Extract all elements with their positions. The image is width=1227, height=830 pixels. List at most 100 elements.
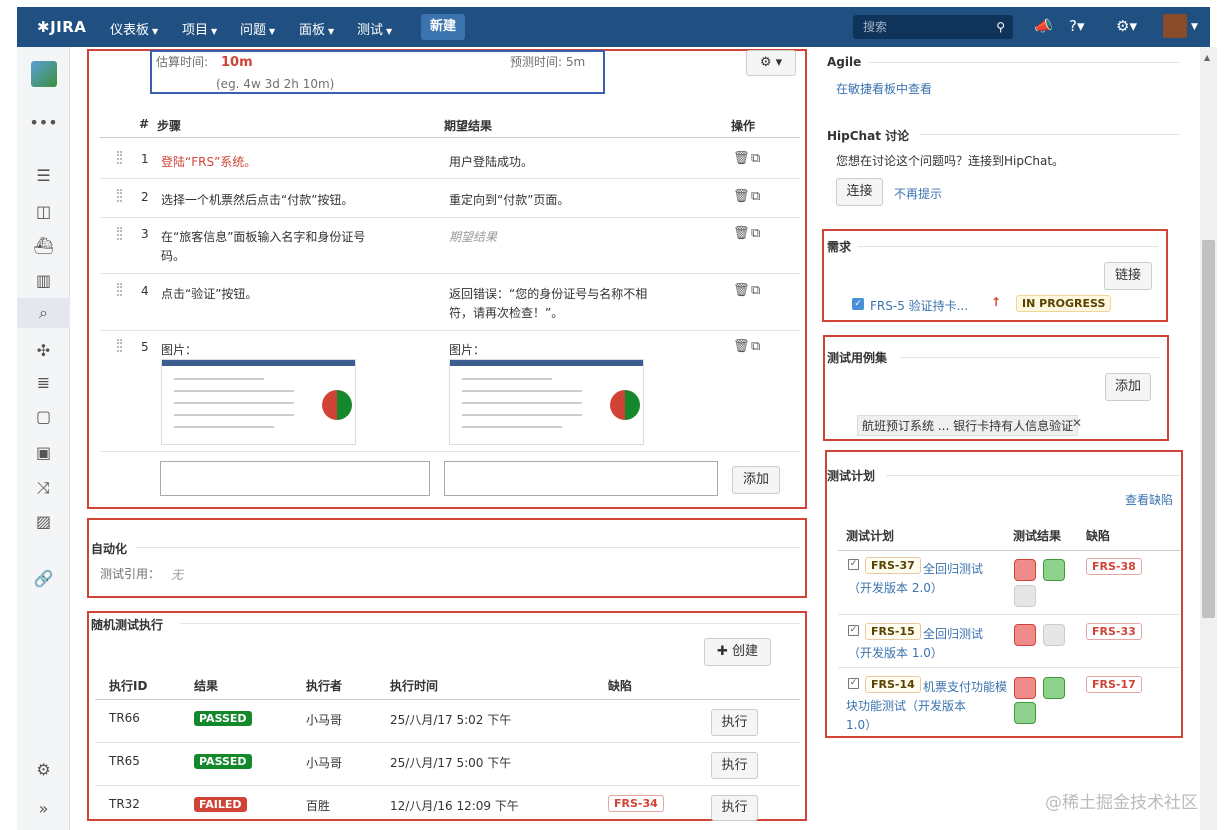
nav-dashboards[interactable]: 仪表板 ▼	[110, 19, 158, 38]
pass-result-indicator[interactable]	[1014, 702, 1036, 724]
chevron-down-icon[interactable]: ▼	[1191, 22, 1198, 32]
expected-text[interactable]: 重定向到“付款”页面。	[449, 191, 569, 208]
nav-tests[interactable]: 测试 ▼	[357, 19, 392, 38]
backlog-icon[interactable]: ☰	[17, 166, 70, 185]
plan-version[interactable]: （开发版本 2.0）	[848, 579, 943, 596]
fail-result-indicator[interactable]	[1014, 559, 1036, 581]
expected-text[interactable]: 图片：	[449, 341, 485, 358]
more-icon[interactable]: •••	[17, 113, 70, 132]
step-text[interactable]: 点击“验证”按钮。	[161, 285, 257, 302]
requirement-link[interactable]: FRS-5 验证持卡...	[870, 297, 968, 314]
shuffle-icon[interactable]: ⤨	[17, 478, 70, 498]
releases-icon[interactable]: ⛴	[17, 236, 70, 255]
drag-handle-icon[interactable]	[117, 339, 122, 352]
agile-board-link[interactable]: 在敏捷看板中查看	[836, 80, 932, 97]
plan-name-link[interactable]: 全回归测试	[923, 560, 983, 577]
link-requirement-button[interactable]: 链接	[1104, 262, 1152, 290]
expected-text[interactable]: 用户登陆成功。	[449, 153, 533, 170]
testset-tag[interactable]: 航班预订系统 ... 银行卡持有人信息验证	[857, 415, 1079, 436]
search-input[interactable]: 搜索 ⚲	[853, 15, 1013, 39]
jira-logo[interactable]: ✱JIRA	[37, 18, 86, 36]
step-text[interactable]: 登陆“FRS”系统。	[161, 153, 256, 170]
step-text[interactable]: 在“旅客信息”面板输入名字和身份证号	[161, 228, 365, 245]
close-icon[interactable]: ✕	[1072, 416, 1082, 430]
link-icon[interactable]: 🔗	[17, 569, 70, 588]
search-issues-icon[interactable]: ⌕	[17, 298, 70, 328]
connect-button[interactable]: 连接	[836, 178, 883, 206]
feedback-icon[interactable]: 📣	[1034, 17, 1053, 35]
plan-name-link[interactable]: 机票支付功能模	[923, 678, 1007, 695]
defect-link[interactable]: FRS-17	[1086, 676, 1142, 693]
scrollbar-thumb[interactable]	[1202, 240, 1215, 618]
issue-key-badge[interactable]: FRS-14	[865, 676, 921, 693]
expected-screenshot-thumbnail[interactable]	[449, 359, 644, 445]
todo-result-indicator[interactable]	[1014, 585, 1036, 607]
project-avatar[interactable]	[31, 61, 57, 87]
defect-link[interactable]: FRS-38	[1086, 558, 1142, 575]
execute-button[interactable]: 执行	[711, 795, 758, 821]
exec-id[interactable]: TR66	[109, 711, 140, 725]
delete-icon[interactable]: 🗑	[733, 226, 750, 241]
delete-icon[interactable]: 🗑	[733, 283, 750, 298]
fail-result-indicator[interactable]	[1014, 677, 1036, 699]
issue-key-badge[interactable]: FRS-15	[865, 623, 921, 640]
add-step-button[interactable]: 添加	[732, 466, 780, 494]
expected-text[interactable]: 返回错误：“您的身份证号与名称不相	[449, 285, 647, 302]
defect-link[interactable]: FRS-33	[1086, 623, 1142, 640]
new-step-textarea[interactable]	[160, 461, 430, 496]
pass-result-indicator[interactable]	[1043, 559, 1065, 581]
board-icon[interactable]: ◫	[17, 202, 70, 221]
list-icon[interactable]: ≣	[17, 373, 70, 392]
expand-sidebar-icon[interactable]: »	[17, 799, 70, 818]
expected-placeholder[interactable]: 期望结果	[449, 228, 497, 245]
step-text[interactable]: 选择一个机票然后点击“付款”按钮。	[161, 191, 353, 208]
pass-result-indicator[interactable]	[1043, 677, 1065, 699]
create-execution-button[interactable]: ✚ 创建	[704, 638, 771, 666]
new-expected-textarea[interactable]	[444, 461, 718, 496]
nav-boards[interactable]: 面板 ▼	[299, 19, 334, 38]
exec-id[interactable]: TR32	[109, 797, 140, 811]
execute-button[interactable]: 执行	[711, 709, 758, 736]
scroll-up-icon[interactable]: ▲	[1204, 53, 1210, 62]
defect-link[interactable]: FRS-34	[608, 795, 664, 812]
plan-version-line2[interactable]: 1.0）	[846, 716, 877, 733]
step-text[interactable]: 图片：	[161, 341, 197, 358]
nav-issues[interactable]: 问题 ▼	[240, 19, 275, 38]
copy-icon[interactable]: ⧉	[751, 339, 760, 354]
step-screenshot-thumbnail[interactable]	[161, 359, 356, 445]
vertical-scrollbar[interactable]: ▲	[1200, 47, 1217, 830]
add-testset-button[interactable]: 添加	[1105, 373, 1151, 401]
steps-settings-button[interactable]: ⚙ ▾	[746, 50, 796, 76]
pages-icon[interactable]: ▢	[17, 407, 70, 426]
drag-handle-icon[interactable]	[117, 227, 122, 240]
image-icon[interactable]: ▨	[17, 512, 70, 531]
user-avatar[interactable]	[1163, 14, 1187, 38]
delete-icon[interactable]: 🗑	[733, 151, 750, 166]
delete-icon[interactable]: 🗑	[733, 339, 750, 354]
settings-icon[interactable]: ⚙	[17, 760, 70, 779]
dismiss-link[interactable]: 不再提示	[894, 185, 942, 202]
view-defects-link[interactable]: 查看缺陷	[1125, 491, 1173, 508]
issue-key-badge[interactable]: FRS-37	[865, 557, 921, 574]
drag-handle-icon[interactable]	[117, 283, 122, 296]
plan-version[interactable]: （开发版本 1.0）	[848, 644, 943, 661]
delete-icon[interactable]: 🗑	[733, 189, 750, 204]
execute-button[interactable]: 执行	[711, 752, 758, 779]
plan-name-link[interactable]: 全回归测试	[923, 625, 983, 642]
copy-icon[interactable]: ⧉	[751, 151, 760, 166]
todo-result-indicator[interactable]	[1043, 624, 1065, 646]
fail-result-indicator[interactable]	[1014, 624, 1036, 646]
copy-icon[interactable]: ⧉	[751, 189, 760, 204]
plan-version[interactable]: 块功能测试（开发版本	[846, 697, 966, 714]
copy-icon[interactable]: ⧉	[751, 283, 760, 298]
drag-handle-icon[interactable]	[117, 189, 122, 202]
help-icon[interactable]: ?▾	[1069, 17, 1085, 35]
components-icon[interactable]: ✣	[17, 341, 70, 360]
drag-handle-icon[interactable]	[117, 151, 122, 164]
copy-icon[interactable]: ⧉	[751, 226, 760, 241]
exec-id[interactable]: TR65	[109, 754, 140, 768]
create-button[interactable]: 新建	[421, 14, 465, 40]
screen-icon[interactable]: ▣	[17, 443, 70, 462]
gear-icon[interactable]: ⚙▾	[1116, 17, 1137, 35]
reports-icon[interactable]: ▥	[17, 271, 70, 290]
